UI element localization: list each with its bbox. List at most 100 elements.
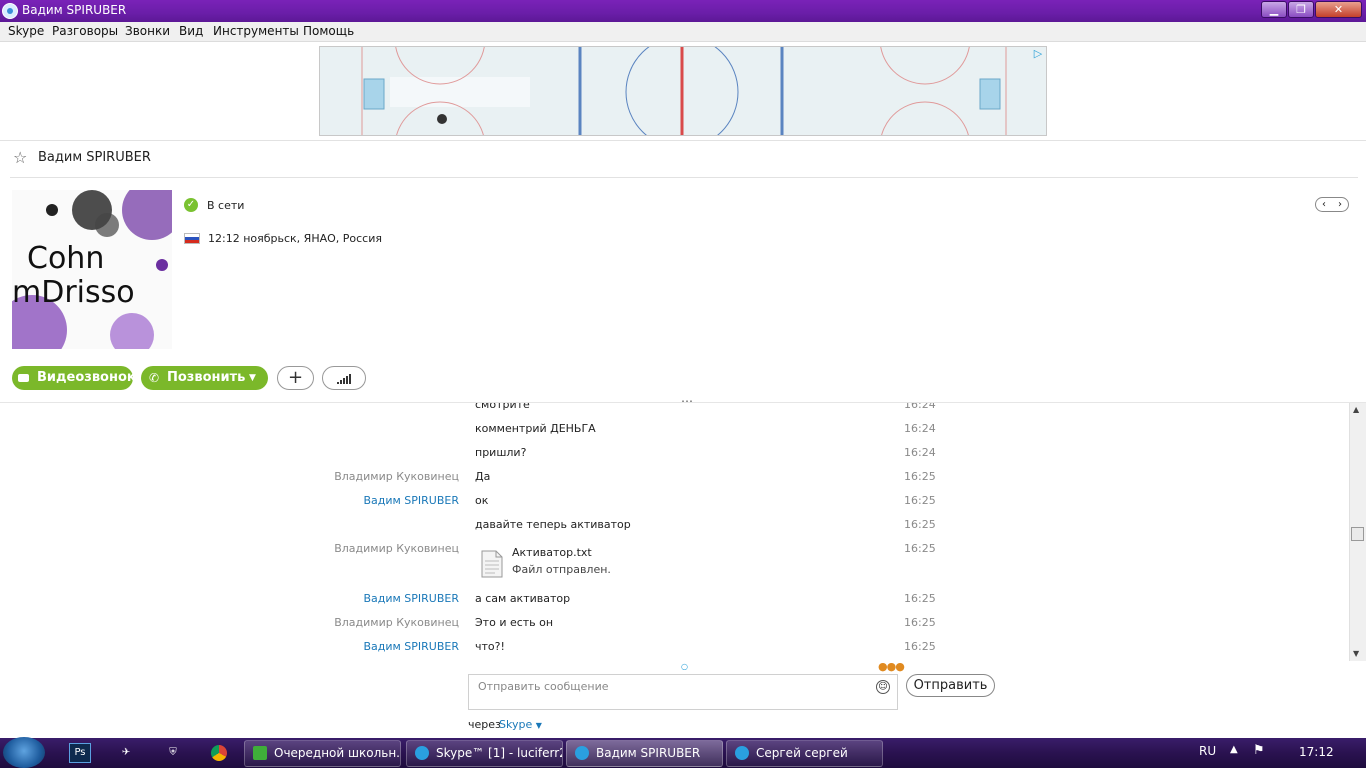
message-time: 16:25 bbox=[904, 494, 936, 507]
menu-bar: Skype Разговоры Звонки Вид Инструменты П… bbox=[0, 22, 1366, 42]
chrome-icon[interactable] bbox=[206, 741, 232, 765]
menu-item-help[interactable]: Помощь bbox=[303, 24, 354, 38]
chat-scrollbar[interactable]: ▲ ▼ bbox=[1349, 403, 1366, 661]
title-bar: Вадим SPIRUBER ▁ ❐ ✕ bbox=[0, 0, 1366, 22]
skype-icon bbox=[735, 746, 749, 760]
message-row: Владимир Куковинец Это и есть он 16:25 bbox=[0, 616, 1349, 638]
message-sender[interactable]: Вадим SPIRUBER bbox=[363, 640, 459, 653]
file-name[interactable]: Активатор.txt bbox=[512, 546, 592, 559]
skype-icon bbox=[415, 746, 429, 760]
ad-banner[interactable] bbox=[319, 46, 1047, 136]
divider bbox=[10, 177, 1358, 178]
message-text: пришли? bbox=[475, 446, 527, 459]
close-button[interactable]: ✕ bbox=[1315, 1, 1362, 18]
add-people-button[interactable]: + bbox=[277, 366, 314, 390]
message-time: 16:25 bbox=[904, 542, 936, 555]
message-input[interactable] bbox=[476, 679, 870, 694]
message-text: комментрий ДЕНЬГА bbox=[475, 422, 596, 435]
text-file-icon[interactable] bbox=[481, 550, 503, 578]
start-button[interactable] bbox=[3, 737, 45, 768]
favorite-star-icon[interactable]: ☆ bbox=[13, 148, 27, 167]
prev-arrow-icon[interactable]: ‹ bbox=[1316, 198, 1332, 211]
taskbar-task-active[interactable]: Вадим SPIRUBER bbox=[566, 740, 723, 767]
avatar[interactable]: Cohn mDrisso bbox=[12, 190, 172, 349]
game-icon[interactable]: ✈ bbox=[113, 741, 139, 765]
message-sender[interactable]: Владимир Куковинец bbox=[334, 616, 459, 629]
file-message-row: Владимир Куковинец Активатор.txt Файл от… bbox=[0, 542, 1349, 586]
maximize-button[interactable]: ❐ bbox=[1288, 1, 1314, 18]
message-time: 16:25 bbox=[904, 470, 936, 483]
message-text: Это и есть он bbox=[475, 616, 554, 629]
contact-location: 12:12 ноябрьск, ЯНАО, Россия bbox=[208, 232, 382, 245]
message-time: 16:25 bbox=[904, 640, 936, 653]
next-arrow-icon[interactable]: › bbox=[1332, 198, 1348, 211]
photoshop-icon[interactable]: Ps bbox=[69, 743, 91, 763]
more-options-icon[interactable]: ●●● bbox=[878, 660, 905, 673]
file-status: Файл отправлен. bbox=[512, 563, 611, 576]
emoticon-icon[interactable]: ☺ bbox=[876, 680, 890, 694]
message-row: Вадим SPIRUBER а сам активатор 16:25 bbox=[0, 592, 1349, 614]
message-sender[interactable]: Вадим SPIRUBER bbox=[363, 592, 459, 605]
menu-item-conversations[interactable]: Разговоры bbox=[52, 24, 118, 38]
video-camera-icon bbox=[18, 374, 29, 382]
via-service-label: Skype bbox=[499, 718, 533, 731]
message-text: ок bbox=[475, 494, 489, 507]
task-label: Очередной школьн... bbox=[274, 746, 401, 760]
language-indicator[interactable]: RU bbox=[1199, 744, 1216, 758]
window-title: Вадим SPIRUBER bbox=[22, 3, 127, 17]
chat-history[interactable]: смотрите 16:24 комментрий ДЕНЬГА 16:24 п… bbox=[0, 403, 1349, 661]
scroll-up-icon[interactable]: ▲ bbox=[1353, 405, 1359, 414]
video-call-button[interactable]: Видеозвонок bbox=[12, 366, 136, 390]
scroll-down-icon[interactable]: ▼ bbox=[1353, 649, 1359, 658]
call-quality-button[interactable] bbox=[322, 366, 366, 390]
profile-nav: ‹ › bbox=[1315, 197, 1349, 212]
scrollbar-thumb[interactable] bbox=[1351, 527, 1364, 541]
message-time: 16:25 bbox=[904, 616, 936, 629]
call-button[interactable]: ✆ Позвонить ▼ bbox=[141, 366, 268, 390]
message-sender[interactable]: Вадим SPIRUBER bbox=[363, 494, 459, 507]
chevron-down-icon: ▼ bbox=[535, 721, 542, 730]
menu-item-view[interactable]: Вид bbox=[179, 24, 203, 38]
message-text: Да bbox=[475, 470, 491, 483]
taskbar-task[interactable]: Сергей сергей bbox=[726, 740, 883, 767]
menu-item-tools[interactable]: Инструменты bbox=[213, 24, 299, 38]
action-center-flag-icon[interactable]: ⚑ bbox=[1253, 743, 1265, 758]
message-text: смотрите bbox=[475, 403, 530, 411]
tray-expand-icon[interactable]: ▲ bbox=[1230, 744, 1238, 755]
send-button[interactable]: Отправить bbox=[906, 674, 995, 697]
menu-item-skype[interactable]: Skype bbox=[8, 24, 44, 38]
avatar-text-2: mDrisso bbox=[12, 275, 135, 310]
message-sender[interactable]: Владимир Куковинец bbox=[334, 470, 459, 483]
russia-flag-icon bbox=[184, 233, 200, 244]
contact-name: Вадим SPIRUBER bbox=[38, 150, 151, 165]
message-row: пришли? 16:24 bbox=[0, 446, 1349, 468]
chevron-down-icon[interactable]: ▼ bbox=[249, 366, 256, 390]
minimize-button[interactable]: ▁ bbox=[1261, 1, 1287, 18]
phone-icon: ✆ bbox=[149, 371, 160, 385]
message-text: а сам активатор bbox=[475, 592, 571, 605]
message-text: давайте теперь активатор bbox=[475, 518, 631, 531]
taskbar-task[interactable]: Skype™ [1] - luciferr26 bbox=[406, 740, 563, 767]
message-row: Вадим SPIRUBER ок 16:25 bbox=[0, 494, 1349, 516]
call-label: Позвонить bbox=[167, 370, 246, 385]
tanks-icon[interactable]: ⛨ bbox=[160, 741, 186, 765]
via-service-dropdown[interactable]: Skype ▼ bbox=[499, 718, 542, 731]
menu-item-calls[interactable]: Звонки bbox=[125, 24, 170, 38]
message-time: 16:24 bbox=[904, 403, 936, 411]
online-status-icon: ✓ bbox=[184, 198, 198, 212]
hockey-rink-image bbox=[320, 47, 1046, 135]
ad-info-icon[interactable]: ▷ bbox=[1031, 47, 1045, 60]
signal-bars-icon bbox=[337, 374, 351, 384]
message-sender[interactable]: Владимир Куковинец bbox=[334, 542, 459, 555]
message-time: 16:24 bbox=[904, 422, 936, 435]
message-time: 16:25 bbox=[904, 592, 936, 605]
task-label: Вадим SPIRUBER bbox=[596, 746, 701, 760]
avatar-text-1: Cohn bbox=[27, 241, 104, 276]
clock[interactable]: 17:12 bbox=[1299, 745, 1334, 759]
task-label: Skype™ [1] - luciferr26 bbox=[436, 746, 563, 760]
skype-icon bbox=[2, 3, 18, 19]
task-label: Сергей сергей bbox=[756, 746, 848, 760]
browser-icon bbox=[253, 746, 267, 760]
message-text: что?! bbox=[475, 640, 505, 653]
taskbar-task[interactable]: Очередной школьн... bbox=[244, 740, 401, 767]
